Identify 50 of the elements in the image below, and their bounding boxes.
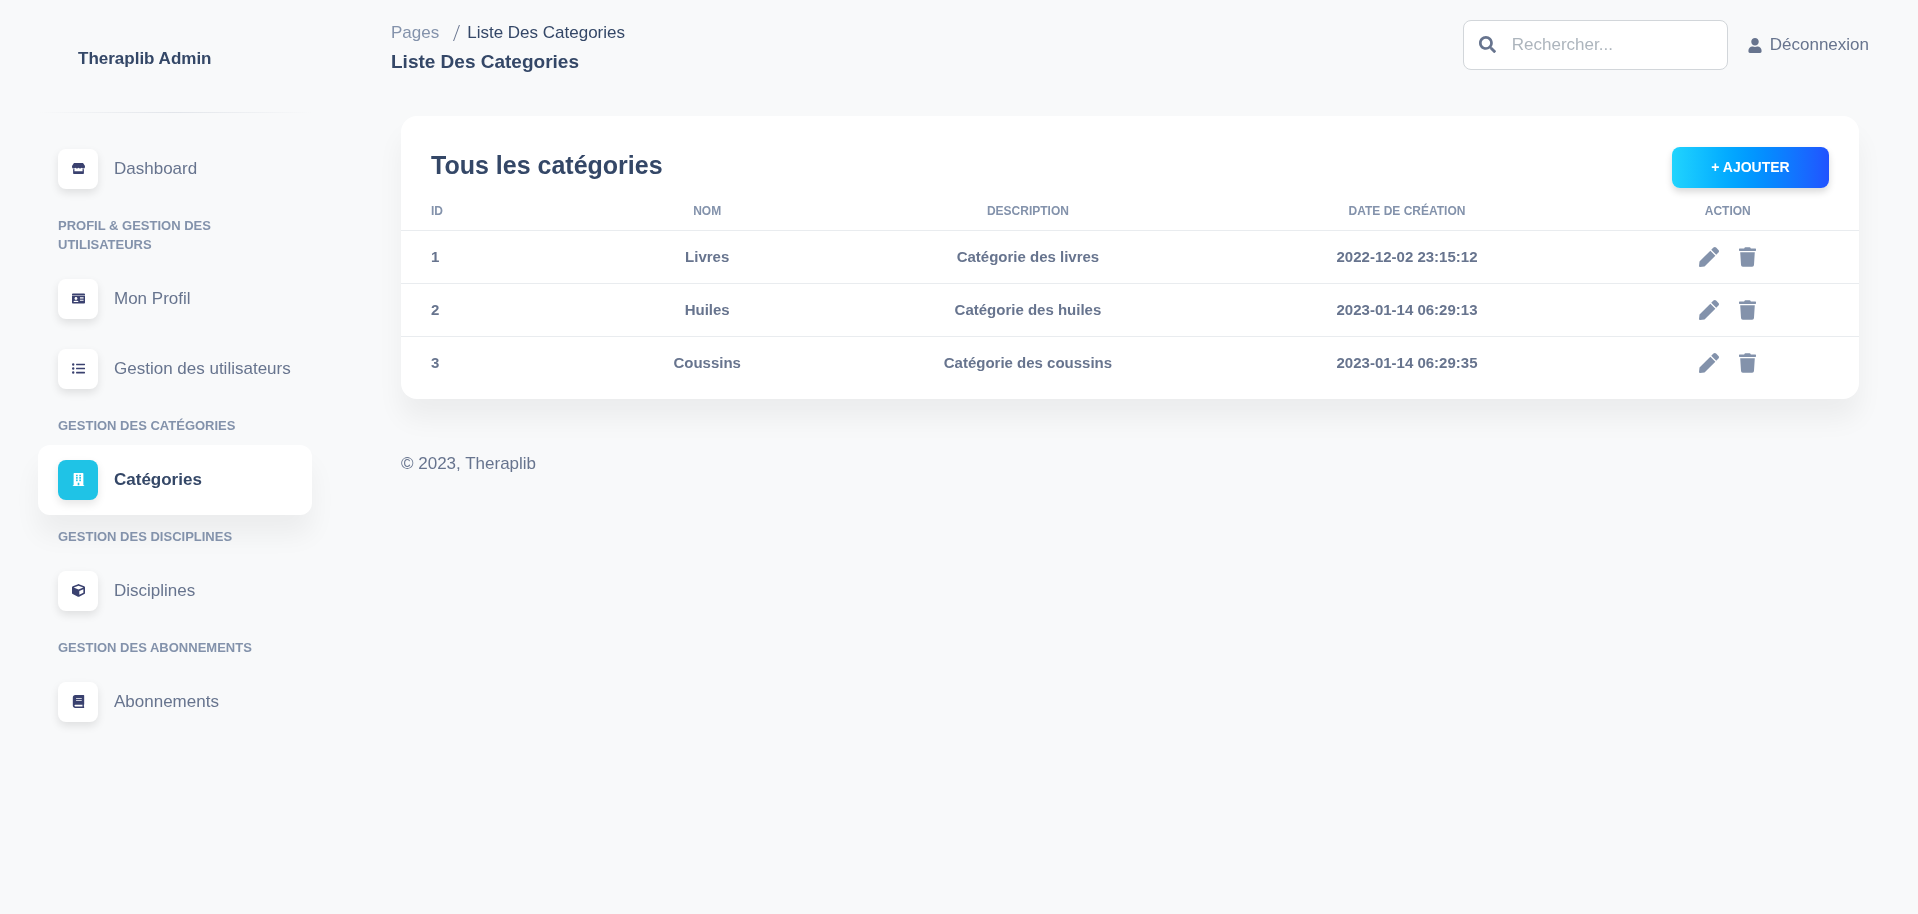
logout-link[interactable]: Déconnexion — [1747, 32, 1869, 58]
column-header: ID — [431, 203, 443, 218]
sidebar-item[interactable]: Disciplines — [38, 555, 312, 626]
profile-icon — [71, 292, 85, 305]
document-icon — [71, 695, 85, 708]
card-title: Tous les catégories — [431, 150, 663, 182]
trash-icon[interactable] — [1739, 246, 1757, 267]
column-header: DATE DE CRÉATION — [1348, 203, 1466, 218]
trash-icon[interactable] — [1739, 299, 1757, 320]
sidebar-item[interactable]: Gestion des utilisateurs — [38, 333, 312, 404]
table-cell: Catégorie des livres — [956, 247, 1100, 265]
table-cell: Livres — [685, 247, 730, 265]
store-icon — [71, 162, 85, 175]
column-header: ACTION — [1704, 203, 1751, 218]
table-cell: Catégorie des coussins — [943, 353, 1113, 371]
cube-icon — [71, 584, 85, 597]
brand-name[interactable]: Theraplib Admin — [78, 46, 312, 72]
sidebar-item[interactable]: Mon Profil — [38, 263, 312, 334]
table-cell: 2023-01-14 06:29:35 — [1336, 353, 1478, 371]
search-icon — [1478, 36, 1496, 53]
sidebar-item[interactable]: Catégories — [38, 444, 312, 515]
user-icon — [1747, 37, 1762, 53]
page-title: Liste Des Categories — [391, 49, 580, 74]
table-cell: Catégorie des huiles — [954, 300, 1102, 318]
section-heading: GESTION DES CATÉGORIES — [58, 416, 237, 435]
edit-icon[interactable] — [1699, 299, 1720, 320]
breadcrumb-item: Liste Des Categories — [467, 22, 625, 44]
table-cell: 1 — [431, 247, 440, 265]
table-cell: Huiles — [684, 300, 730, 318]
table-cell: 3 — [431, 353, 440, 371]
section-heading: PROFIL & GESTION DES UTILISATEURS — [58, 216, 212, 254]
section-heading: GESTION DES DISCIPLINES — [58, 527, 234, 546]
table-cell: 2023-01-14 06:29:13 — [1336, 300, 1478, 318]
sidebar-item[interactable]: Dashboard — [38, 133, 312, 204]
table-cell: Coussins — [673, 353, 741, 371]
buildings-icon — [71, 473, 85, 486]
edit-icon[interactable] — [1699, 352, 1720, 373]
column-header: NOM — [693, 203, 722, 218]
sidebar-item[interactable]: Abonnements — [38, 666, 312, 737]
list-icon — [71, 362, 85, 375]
section-heading: GESTION DES ABONNEMENTS — [58, 638, 253, 657]
add-button[interactable]: + AJOUTER — [1672, 147, 1829, 188]
edit-icon[interactable] — [1699, 246, 1720, 267]
table-cell: 2022-12-02 23:15:12 — [1336, 247, 1478, 265]
footer-text: © 2023, Theraplib — [401, 453, 538, 475]
breadcrumb-item[interactable]: Pages — [391, 20, 440, 46]
column-header: DESCRIPTION — [986, 203, 1069, 218]
search-field[interactable]: Rechercher... — [1462, 20, 1728, 70]
trash-icon[interactable] — [1739, 352, 1757, 373]
table-cell: 2 — [431, 300, 440, 318]
